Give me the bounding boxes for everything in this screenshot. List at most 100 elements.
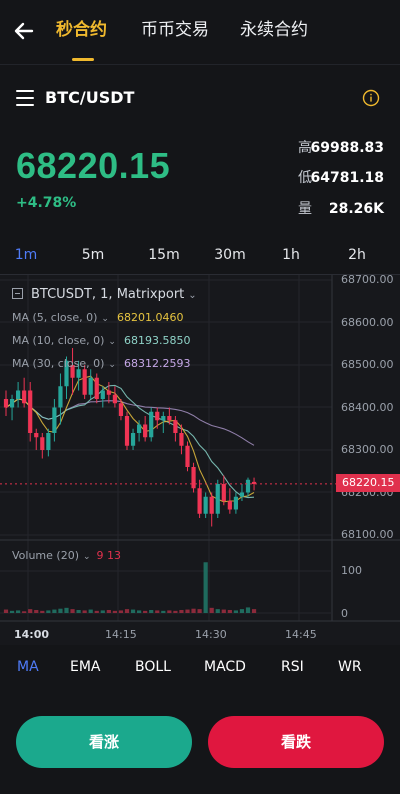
interval-selector: 1m 5m 15m 30m 1h 2h bbox=[0, 240, 400, 274]
time-axis-label: 14:45 bbox=[285, 628, 317, 641]
volume-axis-label: 0 bbox=[341, 607, 348, 620]
volume-bar bbox=[251, 609, 257, 613]
ma30-value: 68312.2593 bbox=[123, 357, 191, 370]
candle-body bbox=[161, 416, 166, 421]
app-root: 秒合约 币币交易 永续合约 BTC/USDT 68220.15 +4.78% 高… bbox=[0, 0, 400, 794]
volume-bar bbox=[155, 610, 160, 613]
chart-symbol-row[interactable]: BTCUSDT, 1, Matrixport ⌄ bbox=[12, 287, 197, 304]
time-axis-label: 14:15 bbox=[105, 628, 137, 641]
indicator-boll[interactable]: BOLL bbox=[135, 658, 171, 676]
candle-body bbox=[143, 424, 148, 438]
candle-body bbox=[137, 424, 142, 433]
price-axis-label: 68600.00 bbox=[341, 316, 394, 329]
back-arrow-icon[interactable] bbox=[12, 19, 36, 43]
tab-second-contract[interactable]: 秒合约 bbox=[56, 18, 107, 42]
volume-value: 9 13 bbox=[96, 549, 122, 562]
chevron-down-icon[interactable]: ⌄ bbox=[108, 337, 116, 347]
candle-body bbox=[88, 377, 93, 395]
ma5-legend[interactable]: MA (5, close, 0) ⌄ 68201.0460 bbox=[12, 311, 183, 326]
volume-bar bbox=[203, 562, 208, 613]
indicator-rsi[interactable]: RSI bbox=[281, 658, 304, 676]
candlestick-chart[interactable]: BTCUSDT, 1, Matrixport ⌄ MA (5, close, 0)… bbox=[0, 273, 400, 646]
volume-bar bbox=[227, 609, 232, 613]
current-price-tag: 68220.15 bbox=[336, 474, 400, 492]
candle-body bbox=[112, 394, 117, 404]
volume-bar bbox=[161, 610, 166, 613]
candle-body bbox=[100, 390, 105, 399]
volume-legend[interactable]: Volume (20) ⌄ 9 13 bbox=[12, 549, 121, 564]
chart-canvas[interactable] bbox=[0, 275, 400, 646]
candle-body bbox=[191, 467, 196, 489]
candle-body bbox=[34, 433, 39, 438]
tab-perpetual-contract[interactable]: 永续合约 bbox=[240, 18, 308, 42]
price-axis-label: 68100.00 bbox=[341, 528, 394, 541]
chevron-down-icon[interactable]: ⌄ bbox=[83, 552, 91, 562]
candle-body bbox=[209, 496, 214, 514]
interval-2h[interactable]: 2h bbox=[333, 246, 381, 264]
candle-body bbox=[221, 484, 226, 501]
price-axis-label: 68700.00 bbox=[341, 273, 394, 286]
candle-body bbox=[167, 416, 172, 421]
indicator-ema[interactable]: EMA bbox=[70, 658, 101, 676]
ma30-legend[interactable]: MA (30, close, 0) ⌄ 68312.2593 bbox=[12, 357, 190, 372]
stat-volume: 量 28.26K bbox=[290, 198, 394, 220]
ma10-label: MA (10, close, 0) bbox=[12, 334, 105, 347]
menu-icon[interactable] bbox=[16, 90, 34, 106]
stat-low: 低 64781.18 bbox=[290, 167, 394, 189]
candle-body bbox=[9, 399, 15, 408]
volume-bar bbox=[233, 610, 238, 613]
interval-1h[interactable]: 1h bbox=[267, 246, 315, 264]
interval-30m[interactable]: 30m bbox=[206, 246, 254, 264]
indicator-macd[interactable]: MACD bbox=[204, 658, 246, 676]
volume-bar bbox=[88, 609, 93, 613]
candle-body bbox=[58, 386, 63, 408]
indicator-ma[interactable]: MA bbox=[17, 658, 39, 676]
candle-body bbox=[233, 496, 238, 510]
volume-bar bbox=[82, 610, 87, 613]
volume-bar bbox=[191, 608, 196, 613]
candle-body bbox=[16, 390, 21, 399]
volume-bar bbox=[137, 610, 142, 613]
volume-label: Volume (20) bbox=[12, 549, 79, 562]
candle-body bbox=[124, 416, 130, 446]
pair-symbol[interactable]: BTC/USDT bbox=[45, 87, 134, 109]
stat-high-value: 69988.83 bbox=[310, 140, 384, 156]
candle-body bbox=[215, 484, 220, 514]
volume-bar bbox=[52, 609, 57, 613]
volume-bar bbox=[143, 610, 148, 613]
ma5-label: MA (5, close, 0) bbox=[12, 311, 98, 324]
volume-bar bbox=[76, 609, 81, 613]
candle-body bbox=[106, 390, 111, 395]
buy-down-button[interactable]: 看跌 bbox=[208, 716, 384, 768]
price-axis-label: 68300.00 bbox=[341, 443, 394, 456]
volume-bar bbox=[130, 609, 136, 613]
candle-body bbox=[46, 433, 51, 450]
info-icon[interactable] bbox=[362, 89, 380, 107]
collapse-legend-icon[interactable] bbox=[12, 288, 23, 299]
stat-high: 高 69988.83 bbox=[290, 137, 394, 159]
candle-body bbox=[179, 433, 184, 446]
stat-volume-label: 量 bbox=[298, 201, 312, 217]
buy-up-button[interactable]: 看涨 bbox=[16, 716, 192, 768]
divider bbox=[0, 64, 400, 65]
volume-bar bbox=[40, 610, 45, 613]
candle-body bbox=[94, 377, 99, 399]
chevron-down-icon[interactable]: ⌄ bbox=[188, 290, 196, 301]
volume-bar bbox=[167, 610, 172, 613]
volume-bar bbox=[185, 609, 190, 613]
interval-1m[interactable]: 1m bbox=[2, 246, 50, 264]
volume-bar bbox=[94, 610, 99, 613]
chevron-down-icon[interactable]: ⌄ bbox=[101, 314, 109, 324]
chart-symbol: BTCUSDT, 1, Matrixport bbox=[31, 287, 185, 302]
volume-bar bbox=[58, 608, 63, 613]
price-axis-label: 68500.00 bbox=[341, 358, 394, 371]
candle-body bbox=[130, 433, 136, 446]
chevron-down-icon[interactable]: ⌄ bbox=[108, 360, 116, 370]
candle-body bbox=[118, 403, 124, 416]
volume-bar bbox=[173, 610, 178, 613]
interval-5m[interactable]: 5m bbox=[69, 246, 117, 264]
tab-spot-trading[interactable]: 币币交易 bbox=[141, 18, 209, 42]
ma10-legend[interactable]: MA (10, close, 0) ⌄ 68193.5850 bbox=[12, 334, 190, 349]
interval-15m[interactable]: 15m bbox=[140, 246, 188, 264]
indicator-wr[interactable]: WR bbox=[338, 658, 362, 676]
